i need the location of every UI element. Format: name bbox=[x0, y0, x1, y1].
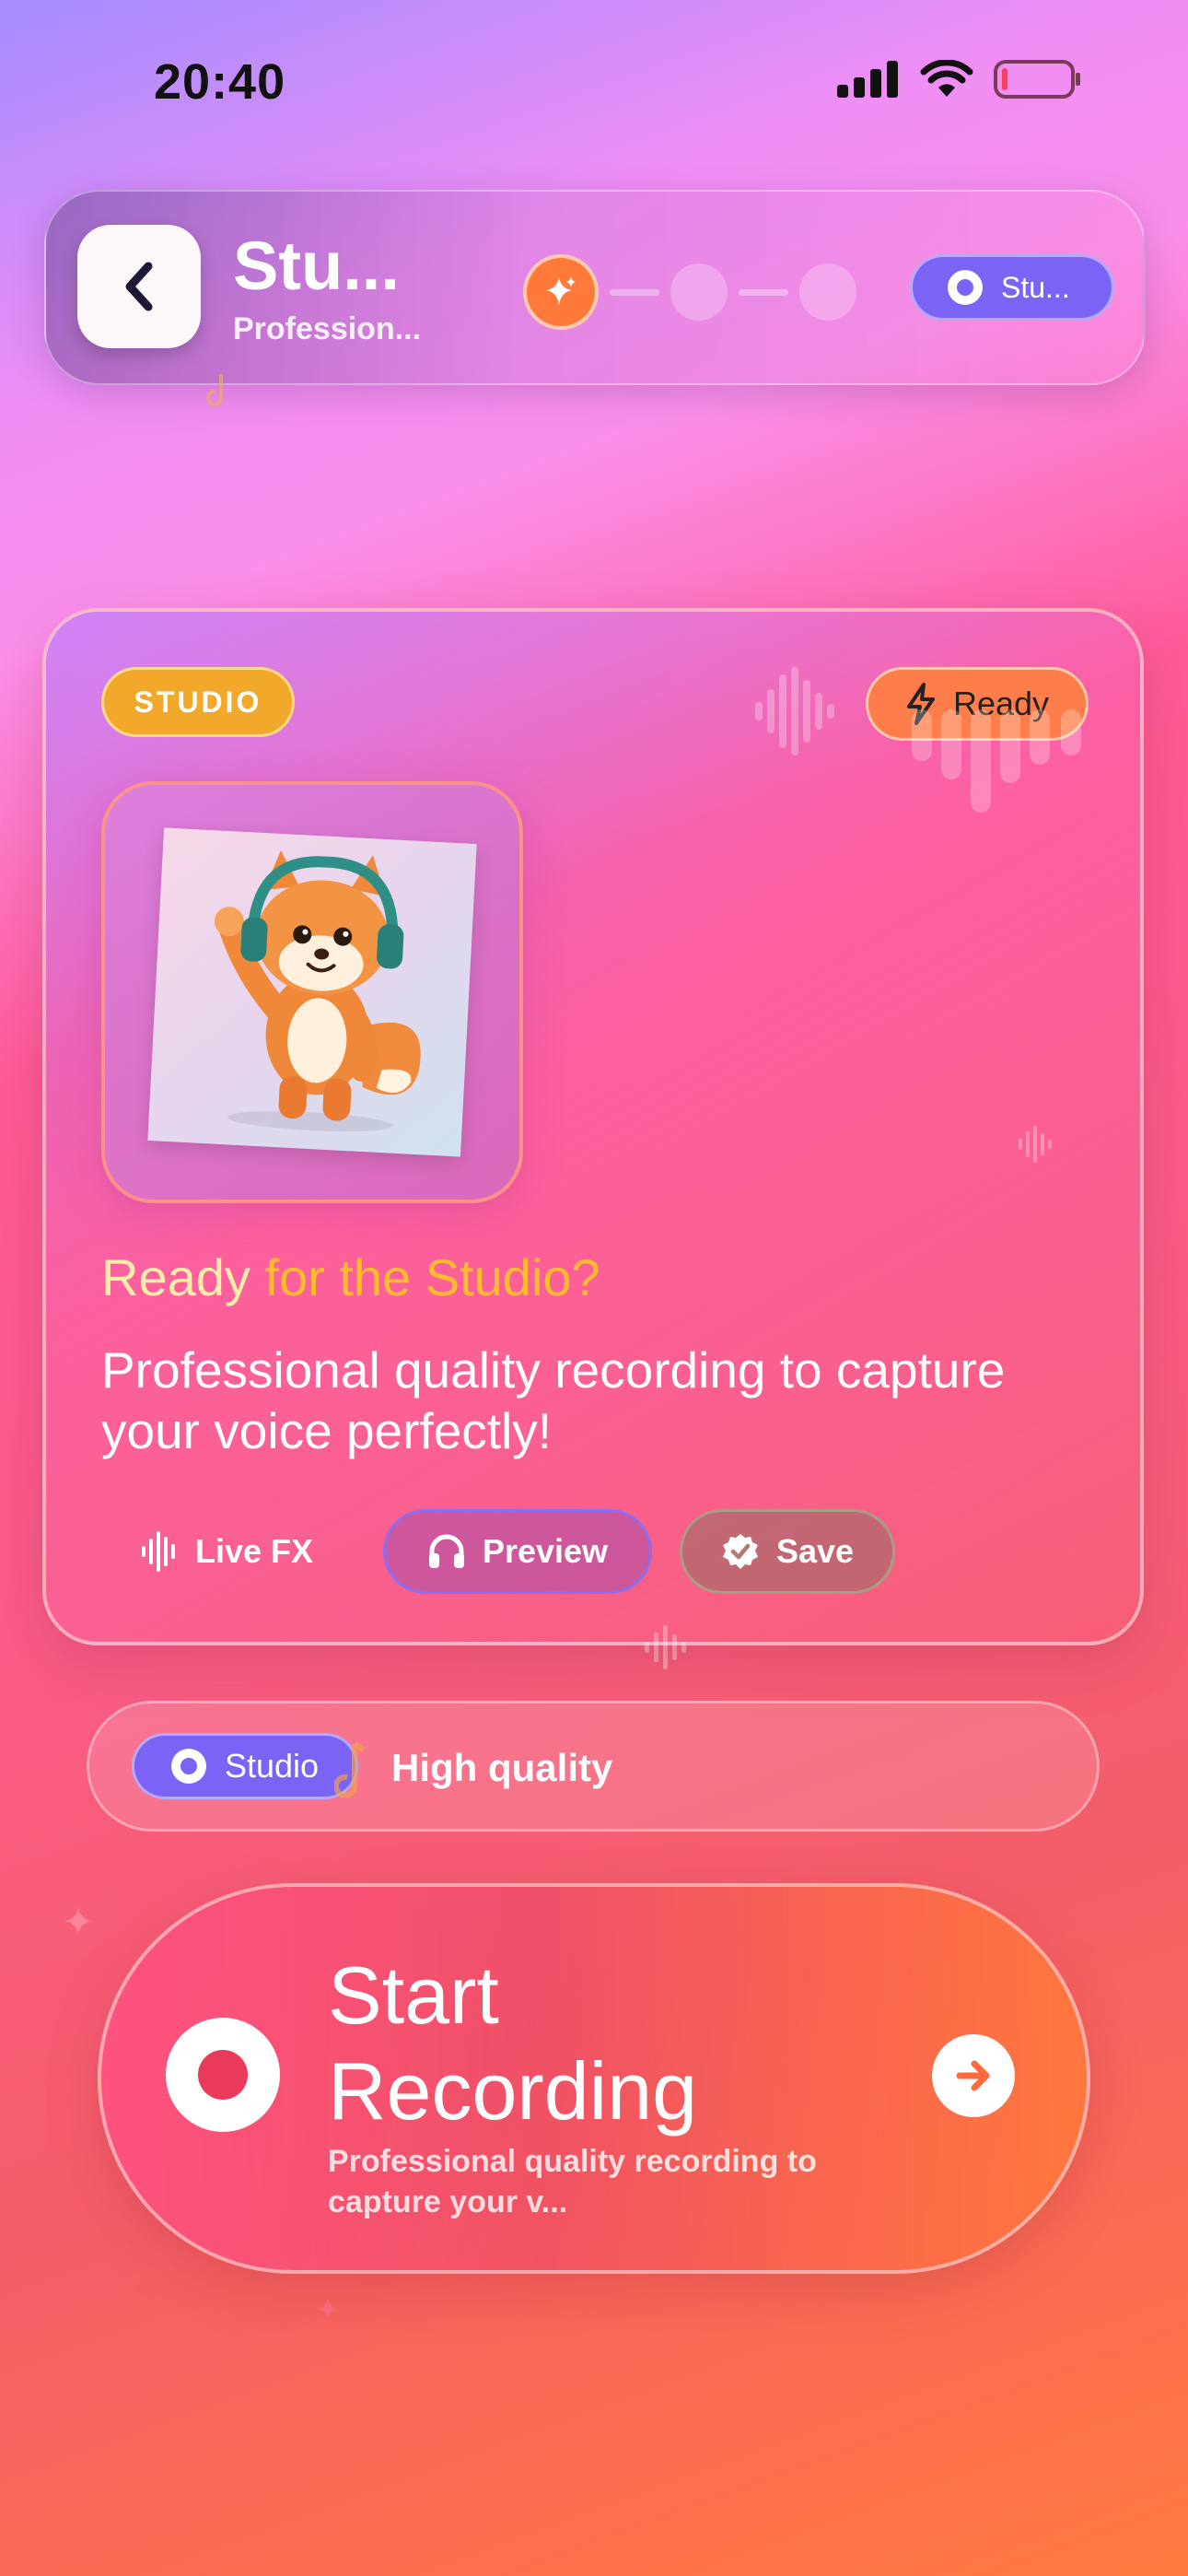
waveform-icon bbox=[141, 1531, 175, 1572]
start-recording-button[interactable]: Start Recording Professional quality rec… bbox=[98, 1883, 1090, 2274]
card-description: Professional quality recording to captur… bbox=[101, 1341, 1006, 1459]
progress-steps bbox=[523, 254, 856, 330]
waveform-icon bbox=[755, 667, 834, 755]
waveform-small-icon bbox=[1019, 1126, 1052, 1163]
header-bar: Stu... Profession... Stu... bbox=[44, 190, 1146, 385]
step-2[interactable] bbox=[670, 263, 728, 321]
sparkle-icon bbox=[546, 276, 576, 305]
card-title-part2: for the Studio? bbox=[264, 1248, 600, 1306]
music-note-icon bbox=[334, 1741, 366, 1798]
step-connector bbox=[739, 288, 788, 296]
save-button[interactable]: Save bbox=[680, 1509, 895, 1594]
quality-indicator-bar: Studio High quality bbox=[87, 1701, 1100, 1832]
step-3[interactable] bbox=[799, 263, 856, 321]
studio-quality-chip[interactable]: Studio bbox=[132, 1733, 358, 1799]
headphones-icon bbox=[428, 1534, 464, 1568]
battery-icon bbox=[994, 60, 1080, 99]
wifi-icon bbox=[920, 60, 973, 97]
chevron-left-icon bbox=[125, 262, 153, 311]
studio-card: STUDIO Ready Ready for the Studio? Profe… bbox=[42, 608, 1144, 1645]
start-recording-title: Start Recording bbox=[328, 1950, 698, 2137]
status-icons bbox=[837, 59, 1082, 100]
page-title: Stu... bbox=[233, 228, 400, 304]
page-subtitle: Profession... bbox=[233, 311, 422, 346]
studio-mode-chip-label: Stu... bbox=[1001, 270, 1070, 304]
arrow-right-icon[interactable] bbox=[932, 2034, 1015, 2117]
status-time: 20:40 bbox=[154, 54, 286, 110]
equalizer-decoration-icon bbox=[912, 709, 1081, 813]
step-1-active[interactable] bbox=[523, 254, 599, 330]
card-title-part1: Ready bbox=[101, 1248, 265, 1306]
record-icon bbox=[166, 2018, 280, 2132]
step-connector bbox=[610, 288, 659, 296]
back-button[interactable] bbox=[77, 225, 201, 348]
waveform-decoration-icon bbox=[645, 1625, 686, 1669]
cellular-signal-icon bbox=[837, 61, 898, 98]
start-recording-subtitle: Professional quality recording to captur… bbox=[328, 2144, 817, 2219]
preview-button[interactable]: Preview bbox=[383, 1509, 652, 1594]
mascot-image-frame bbox=[101, 781, 523, 1203]
live-fx-button[interactable]: Live FX bbox=[125, 1509, 330, 1594]
save-label: Save bbox=[775, 1532, 855, 1570]
live-fx-label: Live FX bbox=[194, 1532, 314, 1570]
studio-quality-chip-label: Studio bbox=[225, 1747, 320, 1785]
fox-illustration bbox=[214, 850, 421, 1132]
fox-mascot-image bbox=[147, 827, 477, 1157]
record-dot-icon bbox=[948, 270, 983, 305]
music-note-icon bbox=[206, 374, 223, 406]
quality-text: High quality bbox=[391, 1746, 613, 1789]
card-title: Ready for the Studio? bbox=[101, 1247, 600, 1307]
verified-check-icon bbox=[722, 1534, 758, 1569]
sparkle-decoration-icon bbox=[317, 2298, 339, 2320]
preview-label: Preview bbox=[482, 1532, 609, 1570]
sparkle-decoration-icon bbox=[64, 1907, 92, 1935]
studio-badge: STUDIO bbox=[101, 667, 295, 737]
studio-mode-chip[interactable]: Stu... bbox=[910, 254, 1114, 321]
record-dot-icon bbox=[171, 1749, 206, 1784]
arrow-right-glyph bbox=[956, 2060, 990, 2091]
